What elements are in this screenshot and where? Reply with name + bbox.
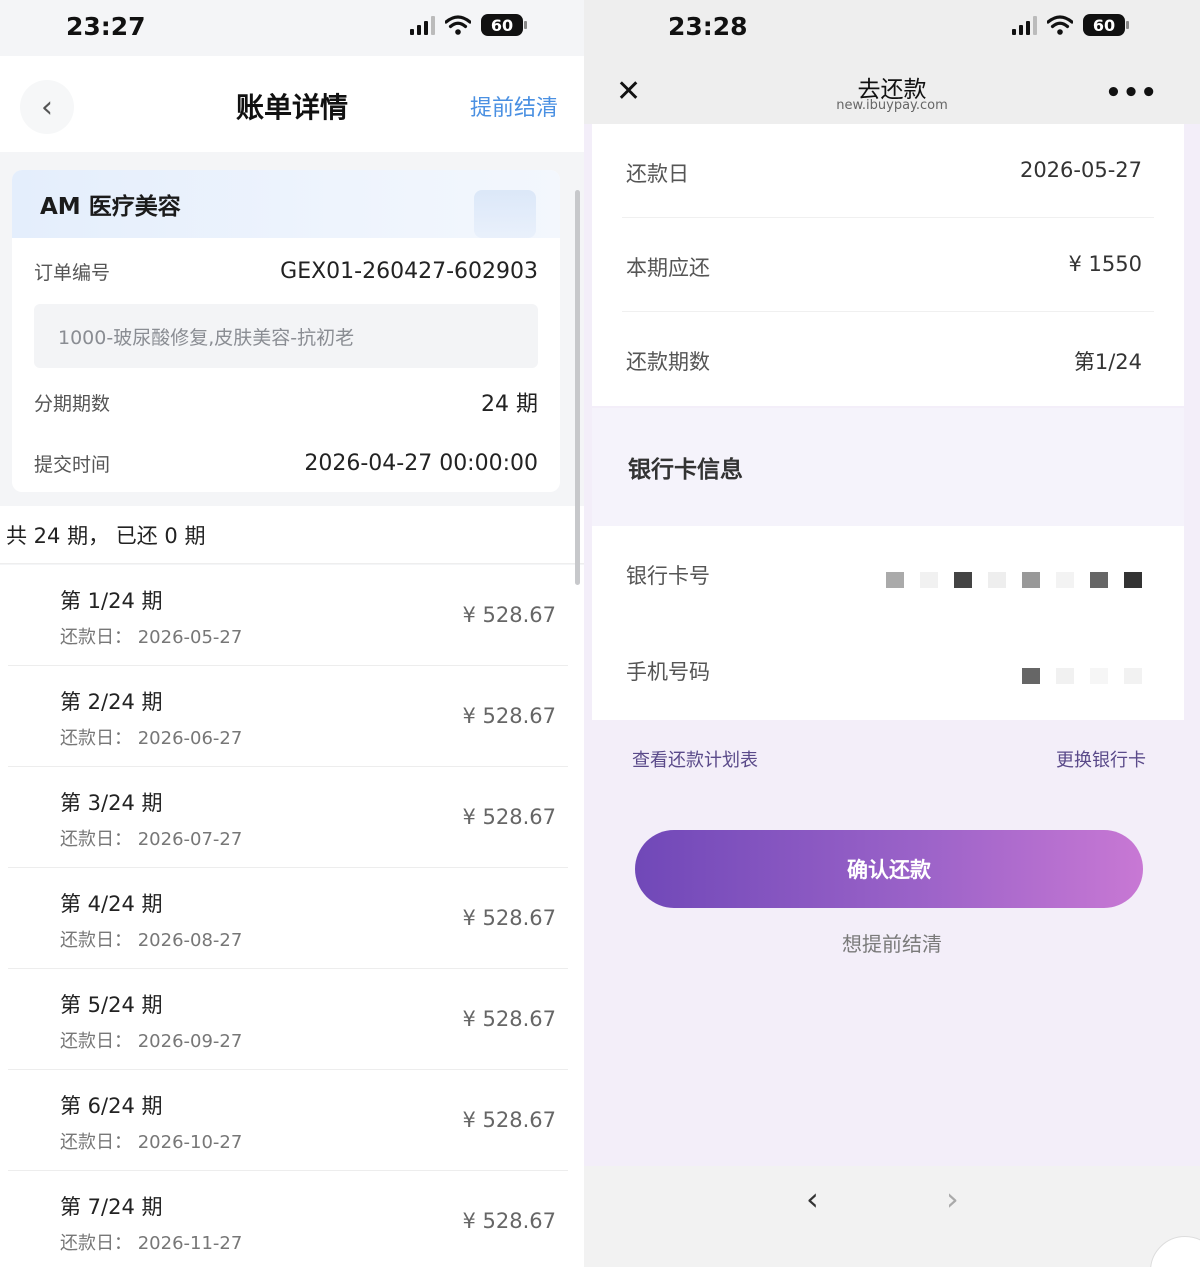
installment-period: 第 4/24 期 bbox=[60, 892, 163, 916]
period-label: 还款期数 bbox=[626, 350, 710, 374]
forward-arrow-icon[interactable]: › bbox=[946, 1180, 959, 1218]
installment-amount: ¥ 528.67 bbox=[462, 1007, 556, 1031]
signal-icon bbox=[410, 15, 435, 35]
installment-item[interactable]: 第 6/24 期 还款日： 2026-10-27 ¥ 528.67 bbox=[8, 1070, 568, 1171]
status-time: 23:28 bbox=[668, 12, 748, 41]
installment-item[interactable]: 第 1/24 期 还款日： 2026-05-27 ¥ 528.67 bbox=[8, 565, 568, 666]
order-number-row: 订单编号 GEX01-260427-602903 bbox=[34, 258, 538, 285]
installment-date: 还款日： 2026-05-27 bbox=[60, 627, 243, 648]
repayment-info-panel: 还款日 2026-05-27 本期应还 ¥ 1550 还款期数 第1/24 bbox=[592, 124, 1184, 406]
installment-list: 第 1/24 期 还款日： 2026-05-27 ¥ 528.67 第 2/24… bbox=[0, 565, 584, 1267]
more-icon[interactable]: ••• bbox=[1105, 78, 1158, 108]
order-number-label: 订单编号 bbox=[34, 262, 111, 284]
amount-due-value: ¥ 1550 bbox=[1068, 252, 1142, 276]
period-value: 第1/24 bbox=[1073, 350, 1142, 374]
bank-card-heading: 银行卡信息 bbox=[592, 408, 1184, 526]
installment-period: 第 2/24 期 bbox=[60, 690, 163, 714]
status-time: 23:27 bbox=[66, 12, 146, 41]
card-number-row: 银行卡号 bbox=[626, 526, 1154, 622]
order-card: AM 医疗美容 订单编号 GEX01-260427-602903 1000-玻尿… bbox=[12, 170, 560, 492]
back-arrow-icon[interactable]: ‹ bbox=[806, 1180, 819, 1218]
due-date-label: 还款日 bbox=[626, 162, 689, 186]
product-description: 1000-玻尿酸修复,皮肤美容-抗初老 bbox=[34, 304, 538, 368]
merchant-name: AM 医疗美容 bbox=[40, 194, 181, 220]
installment-date: 还款日： 2026-11-27 bbox=[60, 1233, 243, 1254]
installment-item[interactable]: 第 4/24 期 还款日： 2026-08-27 ¥ 528.67 bbox=[8, 868, 568, 969]
phone-masked bbox=[1022, 668, 1142, 684]
installments-row: 分期期数 24 期 bbox=[34, 386, 538, 418]
confirm-repayment-button[interactable]: 确认还款 bbox=[635, 830, 1143, 908]
screenshot-root: 23:27 60 ‹ 账单详情 提前结清 AM 医疗美容 订单编号 GEX01-… bbox=[0, 0, 1200, 1267]
battery-icon: 60 bbox=[481, 14, 527, 36]
submit-time-label: 提交时间 bbox=[34, 454, 111, 476]
merchant-header: AM 医疗美容 bbox=[12, 170, 560, 238]
merchant-decoration-icon bbox=[474, 190, 536, 238]
installment-amount: ¥ 528.67 bbox=[462, 805, 556, 829]
scrollbar[interactable] bbox=[575, 190, 580, 585]
installment-date: 还款日： 2026-07-27 bbox=[60, 829, 243, 850]
phone-row: 手机号码 bbox=[626, 622, 1154, 718]
floating-button[interactable] bbox=[1150, 1236, 1200, 1267]
order-number-value: GEX01-260427-602903 bbox=[280, 259, 538, 284]
submit-time-row: 提交时间 2026-04-27 00:00:00 bbox=[34, 450, 538, 477]
installment-item[interactable]: 第 2/24 期 还款日： 2026-06-27 ¥ 528.67 bbox=[8, 666, 568, 767]
status-bar: 23:27 60 bbox=[0, 0, 584, 56]
period-row: 还款期数 第1/24 bbox=[622, 312, 1154, 406]
installments-label: 分期期数 bbox=[34, 392, 111, 415]
installment-period: 第 5/24 期 bbox=[60, 993, 163, 1017]
status-icons: 60 bbox=[410, 14, 527, 36]
signal-icon bbox=[1012, 15, 1037, 35]
battery-icon: 60 bbox=[1083, 14, 1129, 36]
action-links: 查看还款计划表 更换银行卡 bbox=[632, 746, 1146, 772]
installment-date: 还款日： 2026-10-27 bbox=[60, 1132, 243, 1153]
installment-amount: ¥ 528.67 bbox=[462, 906, 556, 930]
card-number-masked bbox=[886, 572, 1142, 588]
repayment-screen: 23:28 60 ✕ 去还款 new.ibuypay.com ••• 还款日 2… bbox=[584, 0, 1200, 1267]
installment-amount: ¥ 528.67 bbox=[462, 1209, 556, 1233]
nav-bar: ‹ 账单详情 提前结清 bbox=[0, 56, 584, 152]
due-date-value: 2026-05-27 bbox=[1019, 158, 1142, 182]
installment-amount: ¥ 528.67 bbox=[462, 1108, 556, 1132]
status-bar: 23:28 60 bbox=[584, 0, 1200, 56]
installment-item[interactable]: 第 3/24 期 还款日： 2026-07-27 ¥ 528.67 bbox=[8, 767, 568, 868]
due-date-row: 还款日 2026-05-27 bbox=[622, 124, 1154, 218]
installment-date: 还款日： 2026-08-27 bbox=[60, 930, 243, 951]
bill-detail-screen: 23:27 60 ‹ 账单详情 提前结清 AM 医疗美容 订单编号 GEX01-… bbox=[0, 0, 584, 1267]
installment-amount: ¥ 528.67 bbox=[462, 603, 556, 627]
browser-toolbar: ‹ › bbox=[584, 1166, 1200, 1267]
wifi-icon bbox=[445, 15, 471, 35]
amount-due-label: 本期应还 bbox=[626, 256, 710, 280]
status-icons: 60 bbox=[1012, 14, 1129, 36]
early-settle-link[interactable]: 提前结清 bbox=[470, 90, 558, 122]
submit-time-value: 2026-04-27 00:00:00 bbox=[304, 451, 538, 476]
wifi-icon bbox=[1047, 15, 1073, 35]
installment-period: 第 1/24 期 bbox=[60, 589, 163, 613]
installment-period: 第 6/24 期 bbox=[60, 1094, 163, 1118]
bank-card-panel: 银行卡号 手机号码 bbox=[592, 526, 1184, 720]
installment-period: 第 3/24 期 bbox=[60, 791, 163, 815]
change-card-link[interactable]: 更换银行卡 bbox=[1056, 746, 1146, 772]
installment-amount: ¥ 528.67 bbox=[462, 704, 556, 728]
early-settle-link[interactable]: 想提前结清 bbox=[584, 928, 1200, 957]
amount-due-row: 本期应还 ¥ 1550 bbox=[622, 218, 1154, 312]
installment-item[interactable]: 第 7/24 期 还款日： 2026-11-27 ¥ 528.67 bbox=[8, 1171, 568, 1267]
installment-date: 还款日： 2026-06-27 bbox=[60, 728, 243, 749]
installment-date: 还款日： 2026-09-27 bbox=[60, 1031, 243, 1052]
repayment-summary: 共 24 期， 已还 0 期 bbox=[0, 506, 584, 564]
installment-period: 第 7/24 期 bbox=[60, 1195, 163, 1219]
view-schedule-link[interactable]: 查看还款计划表 bbox=[632, 746, 758, 772]
webview-header: 23:28 60 ✕ 去还款 new.ibuypay.com ••• bbox=[584, 0, 1200, 124]
installments-value: 24 期 bbox=[481, 392, 538, 417]
card-number-label: 银行卡号 bbox=[626, 564, 710, 588]
phone-label: 手机号码 bbox=[626, 660, 710, 684]
installment-item[interactable]: 第 5/24 期 还款日： 2026-09-27 ¥ 528.67 bbox=[8, 969, 568, 1070]
